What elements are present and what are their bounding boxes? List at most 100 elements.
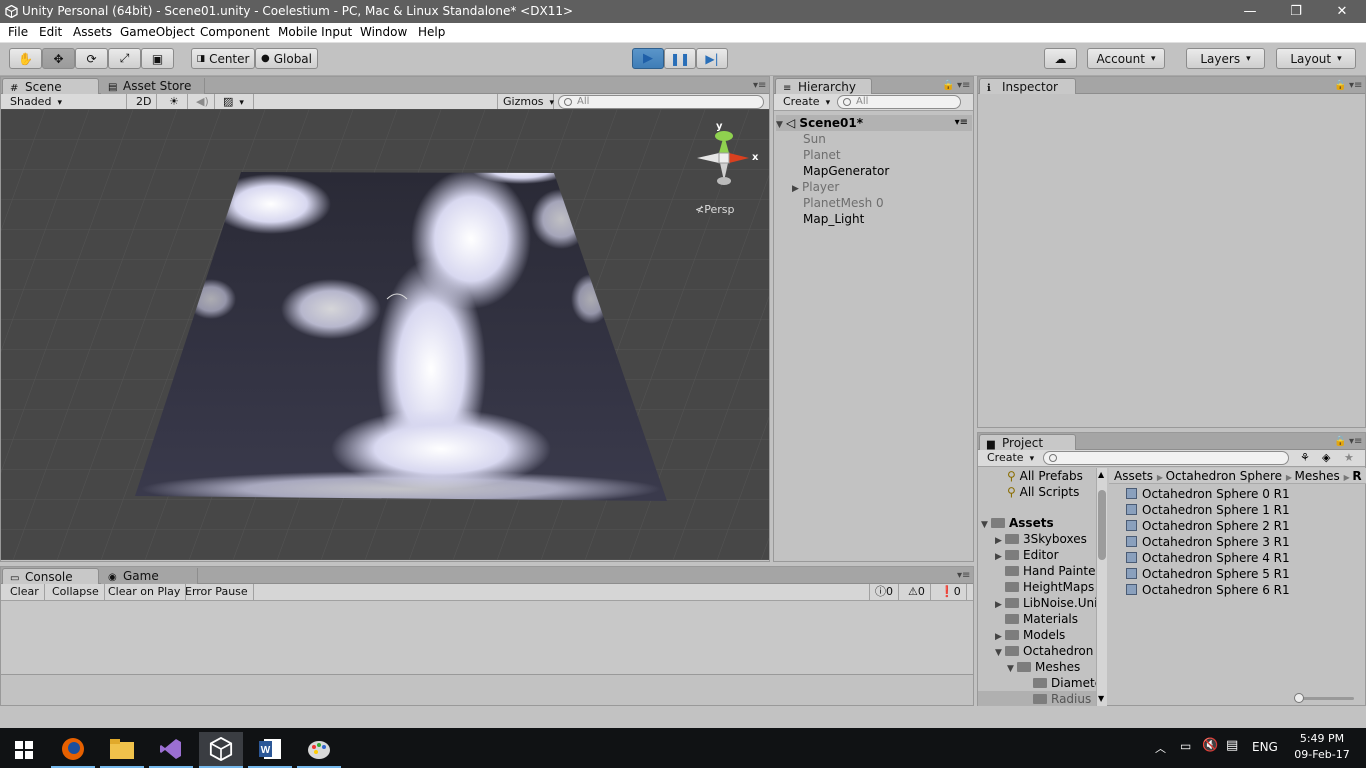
battery-icon[interactable]: ▭ (1180, 739, 1191, 753)
menu-help[interactable]: Help (418, 25, 445, 39)
scroll-down-icon[interactable]: ▼ (1098, 694, 1104, 703)
volume-muted-icon[interactable]: 🔇 (1202, 738, 1218, 753)
tree-folder-octahedron[interactable]: ▼ Octahedron (995, 643, 1093, 659)
favorite-star-icon[interactable]: ★ (1344, 451, 1354, 464)
tree-folder-radius[interactable]: Radius (978, 691, 1096, 706)
tree-folder-materials[interactable]: Materials (1005, 611, 1078, 627)
scale-tool-button[interactable]: ⤢ (108, 48, 141, 69)
file-octahedron-sphere-2[interactable]: Octahedron Sphere 2 R1 (1126, 518, 1290, 534)
console-error-filter[interactable]: ❗0 (935, 584, 967, 600)
scene-root-row[interactable]: ▼ ◁ Scene01* ▾≡ (776, 115, 972, 131)
firefox-taskbar-button[interactable] (51, 732, 95, 768)
2d-toggle[interactable]: 2D (131, 94, 157, 110)
project-search-input[interactable] (1043, 451, 1289, 465)
pause-button[interactable]: ❚❚ (664, 48, 696, 69)
tree-scroll-thumb[interactable] (1098, 490, 1106, 560)
tree-folder-libnoise[interactable]: ▶LibNoise.Unity (995, 595, 1096, 611)
tab-scene[interactable]: # Scene (2, 78, 99, 94)
hierarchy-item-map-light[interactable]: Map_Light (803, 211, 864, 227)
gizmos-dropdown[interactable]: Gizmos (497, 94, 554, 110)
tree-scrollbar[interactable]: ▲ ▼ (1096, 468, 1107, 706)
console-info-filter[interactable]: ⓘ0 (869, 584, 899, 600)
tab-game[interactable]: ◉ Game (101, 568, 198, 584)
action-center-icon[interactable]: ▤ (1226, 738, 1238, 753)
filter-by-label-icon[interactable]: ◈ (1322, 451, 1330, 464)
input-language[interactable]: ENG (1252, 740, 1278, 754)
file-octahedron-sphere-6[interactable]: Octahedron Sphere 6 R1 (1126, 582, 1290, 598)
tab-hierarchy[interactable]: ≡ Hierarchy (775, 78, 872, 94)
hierarchy-item-mapgenerator[interactable]: MapGenerator (803, 163, 889, 179)
favorite-all-scripts[interactable]: ⚲ All Scripts (1007, 484, 1079, 500)
pivot-center-button[interactable]: ◨ Center (191, 48, 255, 69)
console-log-area[interactable] (1, 601, 973, 675)
shading-mode-dropdown[interactable]: Shaded (5, 94, 127, 110)
hierarchy-create-dropdown[interactable]: Create (778, 94, 832, 110)
layout-dropdown[interactable]: Layout (1276, 48, 1356, 69)
breadcrumb-current[interactable]: R (1352, 469, 1361, 483)
layers-dropdown[interactable]: Layers (1186, 48, 1265, 69)
tree-folder-3skyboxes[interactable]: ▶ 3Skyboxes (995, 531, 1087, 547)
file-octahedron-sphere-3[interactable]: Octahedron Sphere 3 R1 (1126, 534, 1290, 550)
slider-thumb[interactable] (1294, 693, 1304, 703)
step-button[interactable]: ▶| (696, 48, 728, 69)
hand-tool-button[interactable]: ✋ (9, 48, 42, 69)
breadcrumb-meshes[interactable]: Meshes (1295, 469, 1340, 483)
panel-menu-icon[interactable]: ▾≡ (957, 570, 970, 581)
projection-label[interactable]: ≮Persp (695, 203, 734, 216)
tree-folder-hand-painted[interactable]: Hand Painted (1005, 563, 1096, 579)
menu-file[interactable]: File (8, 25, 28, 39)
scene-lighting-toggle[interactable]: ☀ (164, 94, 188, 110)
tab-inspector[interactable]: ℹ Inspector (979, 78, 1076, 94)
scene-search-input[interactable]: All (558, 95, 764, 109)
console-clear-button[interactable]: Clear (5, 584, 45, 600)
pivot-global-button[interactable]: ● Global (255, 48, 318, 69)
panel-menu-icon[interactable]: ▾≡ (753, 80, 766, 91)
tree-folder-heightmaps[interactable]: HeightMaps (1005, 579, 1094, 595)
play-button[interactable]: ▶ (632, 48, 664, 69)
hierarchy-item-planetmesh[interactable]: PlanetMesh 0 (803, 195, 884, 211)
lock-icon[interactable]: 🔒 (1334, 436, 1346, 447)
hierarchy-item-sun[interactable]: Sun (803, 131, 826, 147)
favorite-all-prefabs[interactable]: ⚲ All Prefabs (1007, 468, 1083, 484)
taskbar-clock[interactable]: 5:49 PM 09-Feb-17 (1288, 731, 1356, 763)
panel-menu-icon[interactable]: ▾≡ (1349, 80, 1362, 91)
tab-asset-store[interactable]: ▤ Asset Store (101, 78, 205, 94)
tab-console[interactable]: ▭ Console (2, 568, 99, 584)
account-dropdown[interactable]: Account (1087, 48, 1165, 69)
console-warning-filter[interactable]: ⚠0 (903, 584, 931, 600)
word-taskbar-button[interactable]: W (248, 732, 292, 768)
scene-effects-dropdown[interactable]: ▨ (218, 94, 254, 110)
file-explorer-taskbar-button[interactable] (100, 732, 144, 768)
hierarchy-item-planet[interactable]: Planet (803, 147, 841, 163)
menu-mobile-input[interactable]: Mobile Input (278, 25, 352, 39)
tree-folder-editor[interactable]: ▶ Editor (995, 547, 1059, 563)
tree-folder-meshes[interactable]: ▼ Meshes (1007, 659, 1080, 675)
minimize-button[interactable]: — (1227, 0, 1273, 23)
hierarchy-search-input[interactable]: All (837, 95, 961, 109)
filter-by-type-icon[interactable]: ⚘ (1300, 451, 1310, 464)
tree-assets-root[interactable]: ▼ Assets (981, 515, 1054, 531)
menu-gameobject[interactable]: GameObject (120, 25, 195, 39)
menu-assets[interactable]: Assets (73, 25, 112, 39)
scene-menu-icon[interactable]: ▾≡ (955, 115, 968, 131)
move-tool-button[interactable]: ✥ (42, 48, 75, 69)
panel-menu-icon[interactable]: ▾≡ (957, 80, 970, 91)
rotate-tool-button[interactable]: ⟳ (75, 48, 108, 69)
rect-tool-button[interactable]: ▣ (141, 48, 174, 69)
menu-component[interactable]: Component (200, 25, 270, 39)
breadcrumb-assets[interactable]: Assets (1114, 469, 1153, 483)
lock-icon[interactable]: 🔒 (942, 80, 954, 91)
paint-taskbar-button[interactable] (297, 732, 341, 768)
file-octahedron-sphere-0[interactable]: Octahedron Sphere 0 R1 (1126, 486, 1290, 502)
show-hidden-icons-icon[interactable]: ︿ (1155, 740, 1166, 756)
restore-button[interactable]: ❐ (1273, 0, 1319, 23)
breadcrumb-octahedron-sphere[interactable]: Octahedron Sphere (1166, 469, 1282, 483)
close-button[interactable]: ✕ (1319, 0, 1365, 23)
scene-viewport[interactable]: y x ≮Persp (1, 109, 769, 560)
panel-menu-icon[interactable]: ▾≡ (1349, 436, 1362, 447)
hierarchy-item-player[interactable]: ▶ Player (792, 179, 839, 195)
menu-window[interactable]: Window (360, 25, 407, 39)
file-octahedron-sphere-1[interactable]: Octahedron Sphere 1 R1 (1126, 502, 1290, 518)
file-octahedron-sphere-5[interactable]: Octahedron Sphere 5 R1 (1126, 566, 1290, 582)
cloud-button[interactable]: ☁ (1044, 48, 1077, 69)
